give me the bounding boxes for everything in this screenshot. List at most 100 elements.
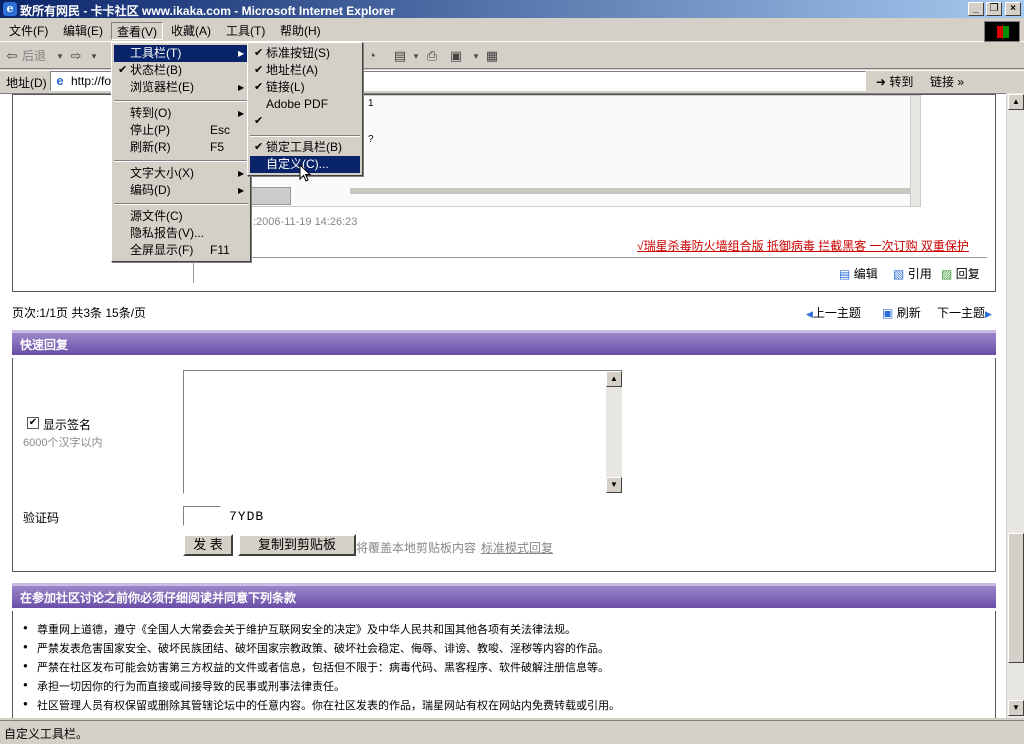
page-info: 页次:1/1页 共3条 15条/页 — [12, 306, 147, 320]
view-menu-fullscreen[interactable]: 全屏显示(F) F11 — [114, 242, 248, 259]
toolbar-lock[interactable]: ✔ 锁定工具栏(B) — [250, 139, 360, 156]
view-menu-text-size[interactable]: 文字大小(X) ▶ — [114, 165, 248, 182]
toolbar-links[interactable]: ✔ 链接(L) — [250, 79, 360, 96]
menu-item-label[interactable]: 刷新(R) — [130, 140, 171, 154]
ad-link[interactable]: √瑞星杀毒防火墙组合版 抵御病毒 拦截黑客 一次订购 双重保护 — [637, 237, 969, 254]
prev-topic-label[interactable]: 上一主题 — [813, 306, 861, 320]
show-signature-label[interactable]: 显示签名 — [43, 416, 91, 433]
shortcut-label: F11 — [210, 243, 230, 257]
embedded-toolbar — [251, 187, 291, 205]
submenu-arrow-icon: ▶ — [238, 169, 245, 178]
view-menu-privacy[interactable]: 隐私报告(V)... — [114, 225, 248, 242]
view-menu-statusbar[interactable]: ✔ 状态栏(B) — [114, 62, 248, 79]
menu-edit[interactable]: 编辑(E) — [58, 22, 108, 40]
menu-file[interactable]: 文件(F) — [4, 22, 53, 40]
menu-item-label[interactable]: 标准按钮(S) — [266, 46, 330, 60]
menu-tools[interactable]: 工具(T) — [221, 22, 270, 40]
menu-item-label[interactable]: 地址栏(A) — [266, 63, 318, 77]
view-menu-source[interactable]: 源文件(C) — [114, 208, 248, 225]
textarea-scroll-down-icon[interactable]: ▼ — [606, 477, 622, 493]
forward-arrow-icon[interactable]: ⇨ — [68, 48, 84, 64]
print-icon[interactable]: ⎙ — [424, 48, 440, 64]
rule-item: 承担一切因你的行为而直接或间接导致的民事或刑事法律责任。 — [23, 678, 345, 694]
history-dropdown-icon[interactable]: ▾ — [408, 48, 424, 64]
menu-item-label[interactable]: 转到(O) — [130, 106, 171, 120]
address-url[interactable]: http://fo — [71, 74, 111, 88]
minimize-button[interactable]: _ — [968, 2, 984, 16]
toolbar-address-bar[interactable]: ✔ 地址栏(A) — [250, 62, 360, 79]
menu-item-label[interactable]: 全屏显示(F) — [130, 243, 193, 257]
go-label[interactable]: 转到 — [889, 75, 913, 89]
scroll-down-icon[interactable]: ▼ — [1008, 700, 1024, 716]
refresh-label[interactable]: 刷新 — [897, 306, 921, 320]
links-label[interactable]: 链接 — [930, 75, 954, 89]
media-icon[interactable]: ◔ — [364, 48, 380, 64]
copy-clipboard-button[interactable]: 复制到剪贴板 — [238, 534, 356, 556]
scroll-thumb[interactable] — [1008, 533, 1024, 663]
next-topic-label[interactable]: 下一主题 — [937, 306, 985, 320]
reply-textarea[interactable]: ▲ ▼ — [183, 370, 623, 494]
menu-item-label[interactable]: 浏览器栏(E) — [130, 80, 194, 94]
captcha-input[interactable] — [183, 506, 221, 526]
forward-dropdown-icon[interactable]: ▾ — [86, 48, 102, 64]
menu-view[interactable]: 查看(V) — [111, 22, 163, 40]
menu-item-label[interactable]: 源文件(C) — [130, 209, 183, 223]
menu-item-label[interactable]: 停止(P) — [130, 123, 170, 137]
embedded-bottom-bar — [350, 188, 910, 194]
refresh-link[interactable]: ▣ 刷新 — [882, 304, 921, 321]
textarea-scroll-up-icon[interactable]: ▲ — [606, 371, 622, 387]
edit-page-icon[interactable]: ▣ — [448, 48, 464, 64]
rule-item: 社区管理人员有权保留或删除其管辖论坛中的任意内容。你在社区发表的作品，瑞星网站有… — [23, 697, 620, 713]
submit-button[interactable]: 发 表 — [183, 534, 233, 556]
go-button[interactable]: ➜ 转到 — [876, 73, 913, 90]
discuss-icon[interactable]: ▦ — [484, 48, 500, 64]
view-menu-encoding[interactable]: 编码(D) ▶ — [114, 182, 248, 199]
menu-item-label[interactable]: Adobe PDF — [266, 97, 328, 111]
copy-note: 将覆盖本地剪贴板内容 — [356, 541, 477, 555]
view-menu-refresh[interactable]: 刷新(R) F5 — [114, 139, 248, 156]
quick-reply-box: ▲ ▼ ✔ 显示签名 6000个汉字以内 验证码 7YDB 发 表 复制到剪贴板… — [12, 358, 996, 572]
toolbar-unnamed[interactable]: ✔ — [250, 113, 360, 130]
back-button-label[interactable]: 后退 — [22, 47, 46, 65]
restore-button[interactable]: ❐ — [986, 2, 1002, 16]
links-button[interactable]: 链接 » — [930, 73, 964, 90]
menu-favorites[interactable]: 收藏(A) — [166, 22, 216, 40]
standard-mode-link[interactable]: 标准模式回复 — [481, 539, 553, 556]
edit-label[interactable]: 编辑 — [854, 267, 878, 281]
textarea-scrollbar[interactable]: ▲ ▼ — [606, 371, 622, 493]
prev-topic[interactable]: ◀上一主题 — [806, 304, 861, 321]
view-menu-goto[interactable]: 转到(O) ▶ — [114, 105, 248, 122]
edit-dropdown-icon[interactable]: ▾ — [468, 48, 484, 64]
reply-action[interactable]: ▨ 回复 — [941, 265, 980, 282]
close-button[interactable]: × — [1005, 2, 1021, 16]
menu-item-label[interactable]: 文字大小(X) — [130, 166, 194, 180]
next-topic[interactable]: 下一主题▶ — [937, 304, 992, 321]
back-arrow-icon[interactable]: ⇦ — [4, 48, 20, 64]
menu-separator — [250, 135, 360, 137]
submenu-arrow-icon: ▶ — [238, 49, 245, 58]
edit-action[interactable]: ▤ 编辑 — [839, 265, 878, 282]
quote-action[interactable]: ▧ 引用 — [893, 265, 932, 282]
menu-item-label[interactable]: 链接(L) — [266, 80, 305, 94]
view-menu: 工具栏(T) ▶ ✔ 状态栏(B) 浏览器栏(E) ▶ 转到(O) ▶ 停止(P) Esc… — [111, 42, 251, 262]
page-scrollbar[interactable]: ▲ ▼ — [1006, 93, 1024, 718]
scroll-up-icon[interactable]: ▲ — [1008, 94, 1024, 110]
menu-item-label[interactable]: 工具栏(T) — [130, 46, 181, 60]
menu-item-label[interactable]: 状态栏(B) — [130, 63, 182, 77]
toolbar-adobe-pdf[interactable]: Adobe PDF — [250, 96, 360, 113]
history-icon[interactable]: ▤ — [392, 48, 408, 64]
view-menu-stop[interactable]: 停止(P) Esc — [114, 122, 248, 139]
menu-item-label[interactable]: 隐私报告(V)... — [130, 226, 204, 240]
reply-label[interactable]: 回复 — [956, 267, 980, 281]
toolbar-standard-buttons[interactable]: ✔ 标准按钮(S) — [250, 45, 360, 62]
back-dropdown-icon[interactable]: ▾ — [52, 48, 68, 64]
view-menu-toolbars[interactable]: 工具栏(T) ▶ — [114, 45, 248, 62]
mouse-cursor-icon — [299, 164, 312, 182]
quote-label[interactable]: 引用 — [908, 267, 932, 281]
show-signature-checkbox[interactable]: ✔ — [27, 417, 39, 429]
view-menu-explorer-bar[interactable]: 浏览器栏(E) ▶ — [114, 79, 248, 96]
menu-item-label[interactable]: 编码(D) — [130, 183, 171, 197]
menu-item-label[interactable]: 锁定工具栏(B) — [266, 140, 342, 154]
menu-help[interactable]: 帮助(H) — [275, 22, 326, 40]
menu-item-label[interactable]: 自定义(C)... — [266, 157, 329, 171]
